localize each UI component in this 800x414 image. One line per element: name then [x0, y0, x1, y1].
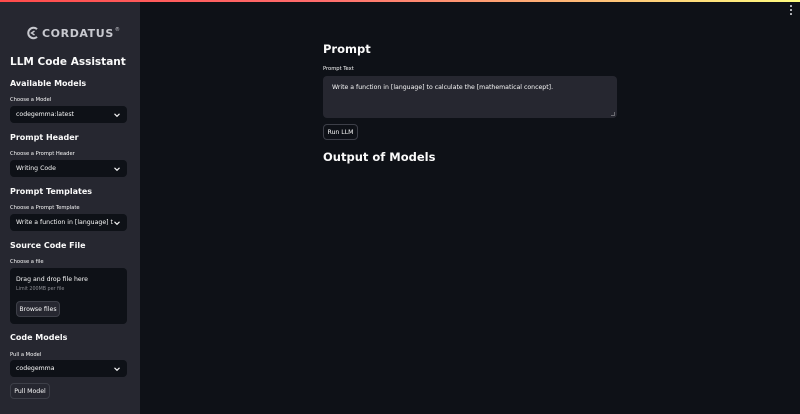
source-code-file-heading: Source Code File: [10, 241, 86, 250]
prompt-textarea[interactable]: Write a function in [language] to calcul…: [323, 76, 617, 118]
pull-model-select[interactable]: codegemma: [10, 360, 127, 377]
choose-file-label: Choose a file: [10, 259, 44, 265]
code-models-heading: Code Models: [10, 333, 68, 342]
prompt-header-select-value: Writing Code: [16, 165, 56, 172]
kebab-dot: [790, 9, 792, 11]
brand-name: CORDATUS: [42, 26, 114, 40]
choose-model-label: Choose a Model: [10, 97, 52, 103]
kebab-dot: [790, 13, 792, 15]
cordatus-logo-icon: [27, 26, 38, 40]
available-models-heading: Available Models: [10, 79, 87, 88]
prompt-template-select-value: Write a function in [language] t...: [16, 219, 113, 226]
kebab-dot: [790, 5, 792, 7]
model-select-value: codegemma:latest: [16, 111, 74, 118]
sidebar: CORDATUS ® LLM Code Assistant Available …: [0, 2, 140, 414]
prompt-templates-heading: Prompt Templates: [10, 187, 93, 196]
run-llm-button[interactable]: Run LLM: [323, 124, 358, 140]
chevron-down-icon: [114, 112, 120, 117]
chevron-down-icon: [114, 366, 120, 371]
pull-model-button[interactable]: Pull Model: [10, 383, 50, 399]
prompt-text-label: Prompt Text: [323, 66, 354, 72]
prompt-header-select[interactable]: Writing Code: [10, 160, 127, 177]
app-title: LLM Code Assistant: [10, 56, 126, 68]
dropzone-title: Drag and drop file here: [16, 276, 88, 283]
prompt-template-select[interactable]: Write a function in [language] t...: [10, 214, 127, 231]
resize-handle-icon[interactable]: [611, 112, 615, 116]
chevron-down-icon: [114, 166, 120, 171]
brand-logo: CORDATUS ®: [26, 26, 120, 40]
choose-prompt-template-label: Choose a Prompt Template: [10, 205, 80, 211]
dropzone-limit: Limit 200MB per file: [16, 287, 65, 292]
kebab-menu-icon[interactable]: [788, 5, 794, 15]
browse-files-button[interactable]: Browse files: [16, 301, 60, 317]
pull-model-label: Pull a Model: [10, 352, 42, 358]
prompt-header-heading: Prompt Header: [10, 133, 79, 142]
output-heading: Output of Models: [323, 150, 436, 164]
choose-prompt-header-label: Choose a Prompt Header: [10, 151, 75, 157]
chevron-down-icon: [114, 220, 120, 225]
prompt-textarea-value: Write a function in [language] to calcul…: [332, 84, 554, 91]
file-dropzone[interactable]: Drag and drop file here Limit 200MB per …: [10, 268, 127, 324]
pull-model-select-value: codegemma: [16, 365, 55, 372]
prompt-heading: Prompt: [323, 42, 371, 56]
model-select[interactable]: codegemma:latest: [10, 106, 127, 123]
brand-registered-mark: ®: [114, 27, 120, 33]
